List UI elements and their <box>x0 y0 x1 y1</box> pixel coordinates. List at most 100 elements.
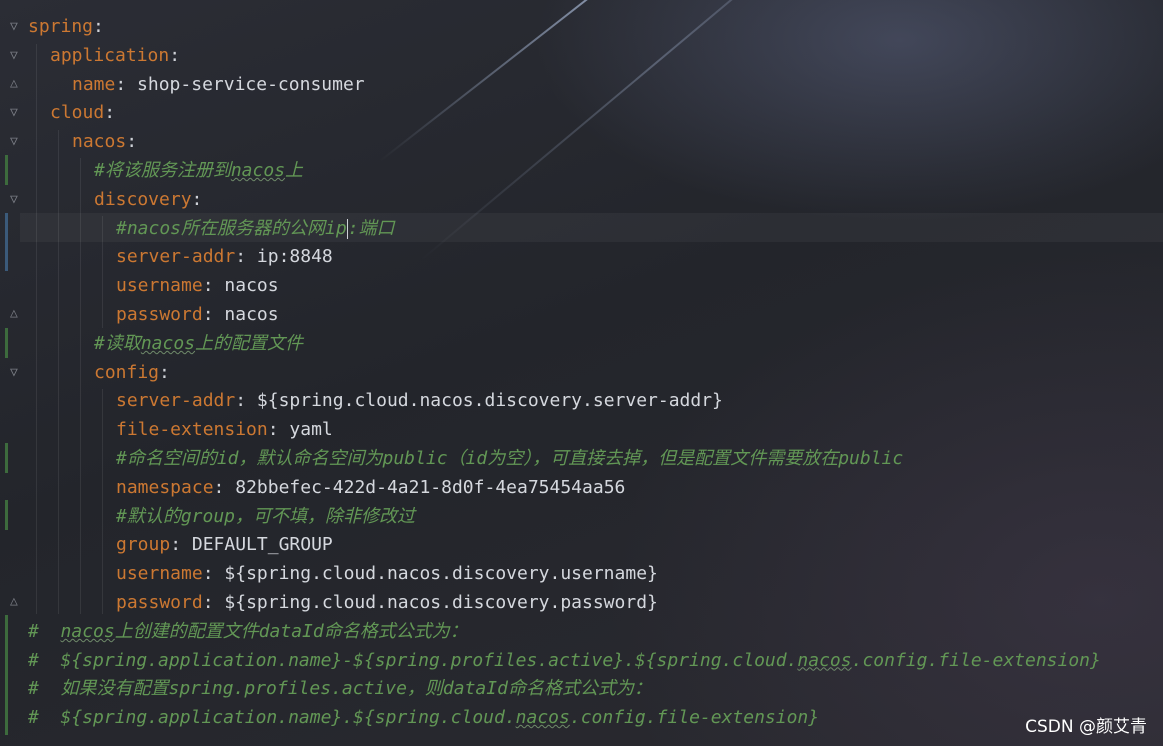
fold-open-icon[interactable]: ▽ <box>10 365 24 381</box>
yaml-separator: : <box>202 592 225 613</box>
code-line[interactable]: #nacos所在服务器的公网ip:端口 <box>116 214 395 243</box>
code-line[interactable]: username: nacos <box>116 271 279 300</box>
indent-guide <box>80 158 81 614</box>
yaml-key: server-addr <box>116 246 236 268</box>
fold-close-icon[interactable]: △ <box>10 76 24 92</box>
code-line[interactable]: # nacos上创建的配置文件dataId命名格式公式为： <box>28 617 468 646</box>
yaml-separator: : <box>170 534 192 556</box>
code-line[interactable]: # ${spring.application.name}.${spring.cl… <box>28 703 819 732</box>
code-line[interactable]: file-extension: yaml <box>116 415 333 444</box>
vcs-change-marker[interactable] <box>5 213 8 271</box>
indent-guide <box>102 216 103 328</box>
code-line[interactable]: cloud: <box>50 98 115 127</box>
yaml-value: yaml <box>289 419 333 441</box>
vcs-change-marker[interactable] <box>5 443 8 473</box>
yaml-value: shop-service-consumer <box>137 73 365 95</box>
yaml-separator: : <box>267 419 290 441</box>
fold-open-icon[interactable]: ▽ <box>10 48 24 64</box>
code-line[interactable]: password: nacos <box>116 300 279 329</box>
yaml-comment: 上的配置文件 <box>195 332 304 354</box>
yaml-comment: :端口 <box>347 217 395 239</box>
fold-open-icon[interactable]: ▽ <box>10 192 24 208</box>
yaml-key: cloud <box>50 102 105 124</box>
yaml-comment: #读取 <box>94 332 141 354</box>
yaml-separator: : <box>202 563 225 585</box>
yaml-separator: : <box>169 44 181 66</box>
code-line[interactable]: # ${spring.application.name}-${spring.pr… <box>28 646 1101 675</box>
code-line[interactable]: #读取nacos上的配置文件 <box>94 329 303 358</box>
yaml-value: ${spring.cloud.nacos.discovery.server-ad… <box>256 390 723 412</box>
code-line[interactable]: server-addr: ${spring.cloud.nacos.discov… <box>116 386 723 415</box>
indent-guide <box>58 130 59 614</box>
vcs-change-marker[interactable] <box>5 500 8 530</box>
yaml-comment: #将该服务注册到 <box>94 160 231 181</box>
yaml-key: name <box>72 73 116 95</box>
code-line[interactable]: nacos: <box>72 127 137 156</box>
yaml-comment-word: nacos <box>230 160 286 181</box>
yaml-separator: : <box>191 188 203 210</box>
yaml-key: server-addr <box>116 390 236 412</box>
yaml-value: nacos <box>224 275 279 297</box>
yaml-comment: # 如果没有配置spring.profiles.active，则dataId命名… <box>28 678 652 700</box>
indent-guide <box>102 389 103 614</box>
watermark: CSDN @颜艾青 <box>1025 717 1147 737</box>
yaml-comment: # ${spring.application.name}-${spring.pr… <box>28 649 798 671</box>
yaml-comment: .config.file-extension} <box>569 707 820 729</box>
yaml-key: username <box>116 275 203 297</box>
vcs-change-marker[interactable] <box>5 615 8 735</box>
yaml-key: group <box>116 534 171 556</box>
code-line[interactable]: group: DEFAULT_GROUP <box>116 530 333 559</box>
code-line[interactable]: config: <box>94 358 170 387</box>
yaml-comment: #默认的group，可不填，除非修改过 <box>116 505 416 527</box>
fold-close-icon[interactable]: △ <box>10 594 24 610</box>
yaml-key: application <box>50 44 170 66</box>
yaml-comment: # <box>28 620 61 642</box>
yaml-separator: : <box>235 246 257 268</box>
yaml-comment: 上创建的配置文件dataId命名格式公式为： <box>114 620 468 642</box>
vcs-change-marker[interactable] <box>5 155 8 185</box>
code-line[interactable]: password: ${spring.cloud.nacos.discovery… <box>116 588 658 617</box>
yaml-comment: .config.file-extension} <box>851 649 1101 671</box>
yaml-separator: : <box>159 361 170 383</box>
editor-gutter[interactable]: ▽ ▽ ▽ ▽ ▽ ▽ △ △ △ <box>0 0 22 746</box>
code-line[interactable]: # 如果没有配置spring.profiles.active，则dataId命名… <box>28 674 652 703</box>
code-line[interactable]: #将该服务注册到nacos上 <box>94 156 303 185</box>
yaml-separator: : <box>202 304 225 325</box>
yaml-key: discovery <box>94 188 192 210</box>
yaml-key: password <box>116 592 203 613</box>
code-line[interactable]: namespace: 82bbefec-422d-4a21-8d0f-4ea75… <box>116 473 625 502</box>
yaml-value: 82bbefec-422d-4a21-8d0f-4ea75454aa56 <box>235 476 626 498</box>
yaml-comment-word: nacos <box>140 332 196 354</box>
yaml-comment: #命名空间的id，默认命名空间为public（id为空），可直接去掉，但是配置文… <box>116 448 904 469</box>
code-line[interactable]: name: shop-service-consumer <box>72 70 365 99</box>
yaml-value: ${spring.cloud.nacos.discovery.username} <box>224 563 658 585</box>
yaml-key: username <box>116 563 203 585</box>
background-streak <box>379 0 791 162</box>
code-line[interactable]: application: <box>50 41 180 70</box>
yaml-separator: : <box>202 275 225 297</box>
yaml-value: ip:8848 <box>256 246 333 268</box>
code-line[interactable]: #默认的group，可不填，除非修改过 <box>116 502 415 531</box>
vcs-change-marker[interactable] <box>5 328 8 358</box>
code-line[interactable]: server-addr: ip:8848 <box>116 242 333 271</box>
yaml-value: DEFAULT_GROUP <box>191 534 333 556</box>
yaml-key: password <box>116 304 203 325</box>
yaml-key: config <box>94 361 160 383</box>
code-line[interactable]: #命名空间的id，默认命名空间为public（id为空），可直接去掉，但是配置文… <box>116 444 903 473</box>
code-line[interactable]: discovery: <box>94 185 202 214</box>
yaml-key: nacos <box>72 131 127 153</box>
yaml-separator: : <box>126 131 138 153</box>
fold-close-icon[interactable]: △ <box>10 306 24 322</box>
yaml-separator: : <box>104 102 116 124</box>
fold-open-icon[interactable]: ▽ <box>10 134 24 150</box>
code-line[interactable]: spring: <box>28 12 104 41</box>
yaml-separator: : <box>213 476 236 498</box>
yaml-value: nacos <box>224 304 279 325</box>
yaml-key: file-extension <box>116 419 268 441</box>
yaml-comment: # ${spring.application.name}.${spring.cl… <box>28 707 516 729</box>
fold-open-icon[interactable]: ▽ <box>10 105 24 121</box>
yaml-comment-word: nacos <box>797 649 852 671</box>
code-line[interactable]: username: ${spring.cloud.nacos.discovery… <box>116 559 658 588</box>
fold-open-icon[interactable]: ▽ <box>10 19 24 35</box>
yaml-comment-word: nacos <box>515 707 570 729</box>
